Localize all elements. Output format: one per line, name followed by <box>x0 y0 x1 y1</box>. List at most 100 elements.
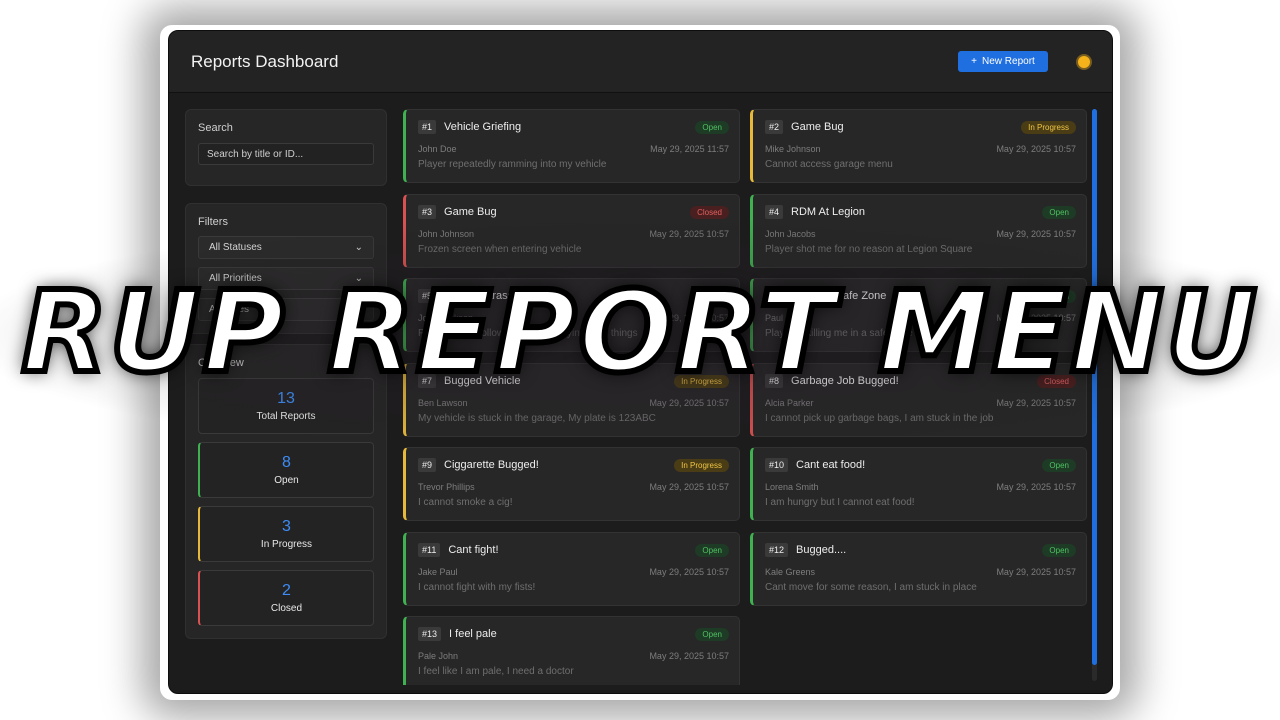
report-id: #5 <box>418 289 437 303</box>
report-card[interactable]: #7 Bugged Vehicle In Progress Ben Lawson May… <box>403 362 740 437</box>
overview-heading: Overview <box>198 357 244 369</box>
status-badge: In Progress <box>1021 121 1076 134</box>
report-date: May 29, 2025 10:57 <box>649 566 729 577</box>
search-panel: Search Search by title or ID... <box>185 109 387 186</box>
report-card[interactable]: #13 I feel pale Open Pale John May 29, 2025 … <box>403 616 740 685</box>
report-user: John Jacobs <box>765 228 816 239</box>
report-card[interactable]: #5 Player Harassment Open John Jackson May 2… <box>403 278 740 352</box>
report-card[interactable]: #2 Game Bug In Progress Mike Johnson May 29,… <box>750 109 1087 183</box>
report-user: John Johnson <box>418 228 475 239</box>
report-user: Mike Johnson <box>765 144 821 154</box>
reports-scrollbar[interactable] <box>1092 109 1097 681</box>
report-description: I cannot smoke a cig! <box>418 497 513 508</box>
report-card[interactable]: #11 Cant fight! Open Jake Paul May 29, 2025 … <box>403 531 740 606</box>
report-id: #10 <box>765 458 789 472</box>
report-id: #1 <box>418 120 437 134</box>
report-card[interactable]: #1 Vehicle Griefing Open John Doe May 29, 20… <box>403 109 740 183</box>
status-badge: Open <box>695 543 729 557</box>
stat-in-progress: 3 In Progress <box>198 506 374 562</box>
report-card-header: #10 Cant eat food! <box>765 458 865 472</box>
overview-panel: Overview 13 Total Reports 8 Open 3 In Pr… <box>185 344 387 639</box>
report-card-header: #13 I feel pale <box>418 627 497 641</box>
report-date: May 29, 2025 10:57 <box>996 313 1076 323</box>
report-description: Cant move for some reason, I am stuck in… <box>765 581 977 593</box>
chevron-down-icon: ⌄ <box>354 304 363 315</box>
stat-total-value: 13 <box>277 390 295 407</box>
report-card-header: #8 Garbage Job Bugged! <box>765 373 899 388</box>
report-description: I am hungry but I cannot eat food! <box>765 497 915 508</box>
stat-open-value: 8 <box>282 454 291 471</box>
report-description: I cannot pick up garbage bags, I am stuc… <box>765 412 994 424</box>
status-badge: Open <box>695 628 729 641</box>
report-description: Player shot me for no reason at Legion S… <box>765 243 973 255</box>
app-window: Reports Dashboard + New Report Search Se… <box>168 30 1113 694</box>
status-badge: Closed <box>1037 374 1076 388</box>
app-header: Reports Dashboard + New Report <box>169 31 1112 93</box>
report-description: My vehicle is stuck in the garage, My pl… <box>418 412 656 424</box>
status-badge: Open <box>1042 543 1076 557</box>
report-title: Bugged.... <box>796 543 847 556</box>
report-id: #7 <box>418 373 437 388</box>
status-filter-value: All Statuses <box>209 242 262 253</box>
new-report-button[interactable]: + New Report <box>958 51 1048 72</box>
status-badge: In Progress <box>674 374 729 388</box>
report-date: May 29, 2025 11:57 <box>650 144 729 154</box>
report-description: I feel like I am pale, I need a doctor <box>418 666 574 677</box>
report-date: May 29, 2025 10:57 <box>649 482 729 492</box>
scrollbar-thumb[interactable] <box>1092 109 1097 665</box>
report-card[interactable]: #12 Bugged.... Open Kale Greens May 29, 2025… <box>750 531 1087 606</box>
report-date: May 29, 2025 10:57 <box>649 228 729 239</box>
report-id: #8 <box>765 373 784 388</box>
plus-icon: + <box>971 56 978 67</box>
filters-heading: Filters <box>198 216 228 228</box>
report-user: Ben Lawson <box>418 397 468 408</box>
report-card[interactable]: #3 Game Bug Closed John Johnson May 29, 2025… <box>403 193 740 268</box>
search-heading: Search <box>198 122 233 134</box>
report-card[interactable]: #8 Garbage Job Bugged! Closed Alcia Parker M… <box>750 362 1087 437</box>
report-description: Player keeps following me and saying rud… <box>418 328 638 339</box>
status-badge: Closed <box>690 205 729 219</box>
report-description: Frozen screen when entering vehicle <box>418 243 582 255</box>
report-date: May 29, 2025 10:57 <box>649 397 729 408</box>
report-card-header: #6 Killing In Safe Zone <box>765 289 886 303</box>
report-card[interactable]: #6 Killing In Safe Zone Open Paul Smith May … <box>750 278 1087 352</box>
report-title: Ciggarette Bugged! <box>444 459 539 471</box>
reports-grid: #1 Vehicle Griefing Open John Doe May 29, 20… <box>403 109 1087 685</box>
new-report-label: New Report <box>982 56 1035 67</box>
report-title: RDM At Legion <box>791 205 865 218</box>
stat-total: 13 Total Reports <box>198 378 374 434</box>
priority-filter-select[interactable]: All Priorities ⌄ <box>198 267 374 290</box>
report-user: John Doe <box>418 144 457 154</box>
report-id: #9 <box>418 458 437 472</box>
stat-in-progress-label: In Progress <box>260 539 313 550</box>
report-user: Pale John <box>418 651 459 661</box>
stat-closed-label: Closed <box>270 603 303 614</box>
report-user: Paul Smith <box>765 313 809 323</box>
report-card-header: #1 Vehicle Griefing <box>418 120 521 134</box>
status-filter-select[interactable]: All Statuses ⌄ <box>198 236 374 259</box>
stat-closed: 2 Closed <box>198 570 374 626</box>
chevron-down-icon: ⌄ <box>354 242 363 253</box>
report-card-header: #11 Cant fight! <box>418 542 499 557</box>
theme-toggle-sun-icon[interactable] <box>1078 55 1090 68</box>
filters-panel: Filters All Statuses ⌄ All Priorities ⌄ … <box>185 203 387 334</box>
date-filter-select[interactable]: All Dates ⌄ <box>198 298 374 321</box>
report-id: #4 <box>765 204 784 219</box>
date-filter-value: All Dates <box>209 304 250 315</box>
report-id: #6 <box>765 289 784 303</box>
report-date: May 29, 2025 10:57 <box>996 144 1076 154</box>
report-user: Alcia Parker <box>765 397 814 408</box>
report-title: Vehicle Griefing <box>444 121 522 133</box>
sidebar: Search Search by title or ID... Filters … <box>185 109 387 639</box>
stat-open: 8 Open <box>198 442 374 498</box>
report-card[interactable]: #9 Ciggarette Bugged! In Progress Trevor Ph… <box>403 447 740 521</box>
report-title: Game Bug <box>791 121 844 133</box>
search-input[interactable]: Search by title or ID... <box>198 143 374 165</box>
report-card-header: #12 Bugged.... <box>765 542 847 557</box>
report-description: I cannot fight with my fists! <box>418 581 536 593</box>
chevron-down-icon: ⌄ <box>354 273 363 284</box>
report-card[interactable]: #10 Cant eat food! Open Lorena Smith May 29,… <box>750 447 1087 521</box>
report-description: Cannot access garage menu <box>765 159 893 170</box>
report-title: Cant fight! <box>448 543 499 556</box>
report-card[interactable]: #4 RDM At Legion Open John Jacobs May 29, 20… <box>750 193 1087 268</box>
